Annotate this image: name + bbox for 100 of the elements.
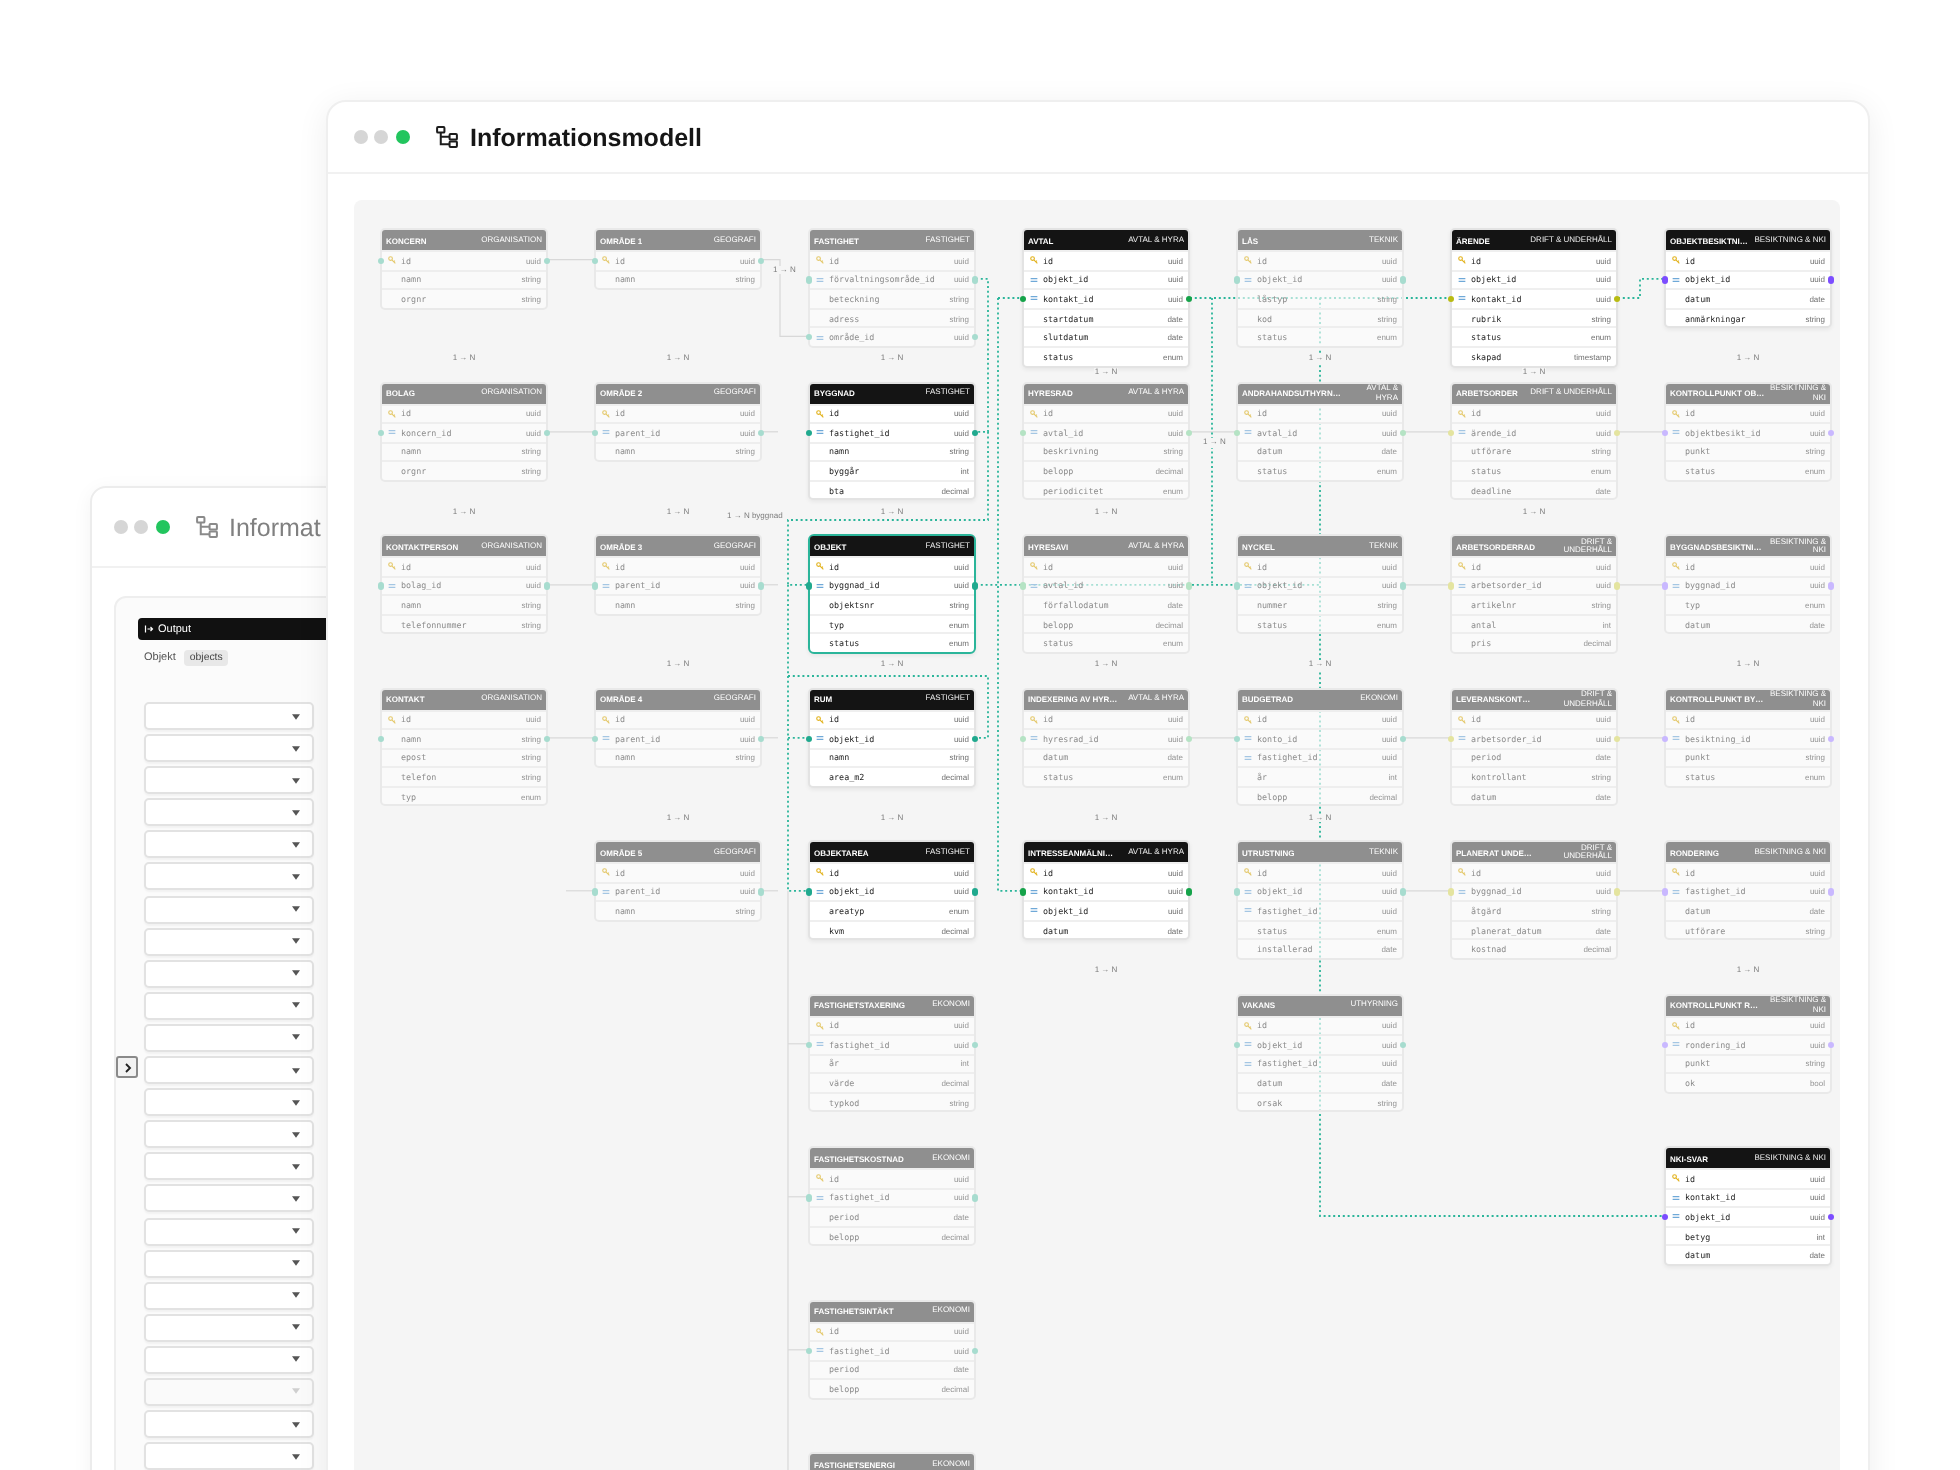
connector-dot-icon[interactable] <box>377 257 385 264</box>
connector-dot-icon[interactable] <box>1827 429 1835 437</box>
connector-dot-icon[interactable] <box>1019 735 1027 743</box>
dropdown-field[interactable] <box>144 1313 314 1342</box>
connector-dot-icon[interactable] <box>1827 735 1835 743</box>
connector-dot-icon[interactable] <box>757 429 765 437</box>
dropdown-field[interactable] <box>144 1281 314 1310</box>
connector-dot-icon[interactable] <box>757 257 765 264</box>
connector-dot-icon[interactable] <box>377 429 385 437</box>
connector-dot-icon[interactable] <box>591 735 599 743</box>
connector-dot-icon[interactable] <box>971 429 979 437</box>
connector-dot-icon[interactable] <box>543 257 551 264</box>
connector-dot-icon[interactable] <box>1399 1041 1407 1049</box>
connector-dot-icon[interactable] <box>1613 295 1621 303</box>
connector-dot-icon[interactable] <box>1613 429 1621 437</box>
connector-dot-icon[interactable] <box>1827 276 1835 284</box>
connector-dot-icon[interactable] <box>1613 888 1621 896</box>
connector-dot-icon[interactable] <box>805 333 813 341</box>
connector-dot-icon[interactable] <box>1827 1041 1835 1049</box>
dropdown-field[interactable] <box>144 1345 314 1374</box>
connector-dot-icon[interactable] <box>1019 582 1027 590</box>
connector-dot-icon[interactable] <box>1661 1041 1669 1049</box>
dropdown-field[interactable] <box>144 959 314 988</box>
dropdown-field[interactable] <box>144 1023 314 1052</box>
connector-dot-icon[interactable] <box>1233 276 1241 284</box>
connector-dot-icon[interactable] <box>1661 735 1669 743</box>
connector-dot-icon[interactable] <box>1233 582 1241 590</box>
connector-dot-icon[interactable] <box>543 582 551 590</box>
connector-dot-icon[interactable] <box>1827 1213 1835 1221</box>
connector-dot-icon[interactable] <box>1399 582 1407 590</box>
connector-dot-icon[interactable] <box>377 735 385 743</box>
connector-dot-icon[interactable] <box>1447 735 1455 743</box>
connector-dot-icon[interactable] <box>971 276 979 284</box>
connector-dot-icon[interactable] <box>1447 888 1455 896</box>
connector-dot-icon[interactable] <box>1827 888 1835 896</box>
connector-dot-icon[interactable] <box>971 1041 979 1049</box>
connector-dot-icon[interactable] <box>1613 735 1621 743</box>
connector-dot-icon[interactable] <box>1613 582 1621 590</box>
connector-dot-icon[interactable] <box>1661 429 1669 437</box>
connector-dot-icon[interactable] <box>1185 429 1193 437</box>
dropdown-field[interactable] <box>144 1088 314 1117</box>
connector-dot-icon[interactable] <box>1019 888 1027 896</box>
dropdown-field[interactable] <box>144 862 314 891</box>
dropdown-field[interactable] <box>144 1249 314 1278</box>
connector-dot-icon[interactable] <box>1447 295 1455 303</box>
connector-dot-icon[interactable] <box>971 888 979 896</box>
connector-dot-icon[interactable] <box>971 333 979 341</box>
dropdown-field[interactable] <box>144 734 314 763</box>
connector-dot-icon[interactable] <box>805 276 813 284</box>
dropdown-field[interactable] <box>144 1410 314 1439</box>
connector-dot-icon[interactable] <box>1185 888 1193 896</box>
connector-dot-icon[interactable] <box>1233 888 1241 896</box>
connector-dot-icon[interactable] <box>805 1347 813 1355</box>
dropdown-field[interactable] <box>144 1184 314 1213</box>
dropdown-field[interactable] <box>144 895 314 924</box>
dropdown-field[interactable] <box>144 991 314 1020</box>
connector-dot-icon[interactable] <box>1827 582 1835 590</box>
connector-dot-icon[interactable] <box>591 888 599 896</box>
connector-dot-icon[interactable] <box>757 888 765 896</box>
connector-dot-icon[interactable] <box>543 735 551 743</box>
connector-dot-icon[interactable] <box>805 1194 813 1202</box>
connector-dot-icon[interactable] <box>805 735 813 743</box>
connector-dot-icon[interactable] <box>1447 429 1455 437</box>
connector-dot-icon[interactable] <box>1233 735 1241 743</box>
connector-dot-icon[interactable] <box>971 1347 979 1355</box>
connector-dot-icon[interactable] <box>805 582 813 590</box>
connector-dot-icon[interactable] <box>1233 1041 1241 1049</box>
connector-dot-icon[interactable] <box>1447 582 1455 590</box>
connector-dot-icon[interactable] <box>1399 735 1407 743</box>
connector-dot-icon[interactable] <box>377 582 385 590</box>
dropdown-field[interactable] <box>144 830 314 859</box>
dropdown-field[interactable] <box>144 1120 314 1149</box>
dropdown-field[interactable] <box>144 1442 314 1470</box>
connector-dot-icon[interactable] <box>591 582 599 590</box>
connector-dot-icon[interactable] <box>543 429 551 437</box>
connector-dot-icon[interactable] <box>1233 429 1241 437</box>
connector-dot-icon[interactable] <box>591 257 599 264</box>
connector-dot-icon[interactable] <box>1661 888 1669 896</box>
connector-dot-icon[interactable] <box>1661 1213 1669 1221</box>
connector-dot-icon[interactable] <box>1019 429 1027 437</box>
connector-dot-icon[interactable] <box>971 582 979 590</box>
expand-button[interactable] <box>116 1056 138 1078</box>
dropdown-field[interactable] <box>144 1217 314 1245</box>
connector-dot-icon[interactable] <box>971 735 979 743</box>
connector-dot-icon[interactable] <box>1399 429 1407 437</box>
dropdown-field[interactable] <box>144 798 314 827</box>
connector-dot-icon[interactable] <box>757 582 765 590</box>
connector-dot-icon[interactable] <box>805 1041 813 1049</box>
connector-dot-icon[interactable] <box>757 735 765 743</box>
connector-dot-icon[interactable] <box>805 429 813 437</box>
connector-dot-icon[interactable] <box>1019 295 1027 303</box>
dropdown-field[interactable] <box>144 1056 314 1085</box>
dropdown-field[interactable] <box>144 766 314 795</box>
connector-dot-icon[interactable] <box>1185 735 1193 743</box>
connector-dot-icon[interactable] <box>971 1194 979 1202</box>
connector-dot-icon[interactable] <box>1185 295 1193 303</box>
dropdown-field[interactable] <box>144 1152 314 1181</box>
connector-dot-icon[interactable] <box>591 429 599 437</box>
connector-dot-icon[interactable] <box>805 888 813 896</box>
connector-dot-icon[interactable] <box>1185 582 1193 590</box>
